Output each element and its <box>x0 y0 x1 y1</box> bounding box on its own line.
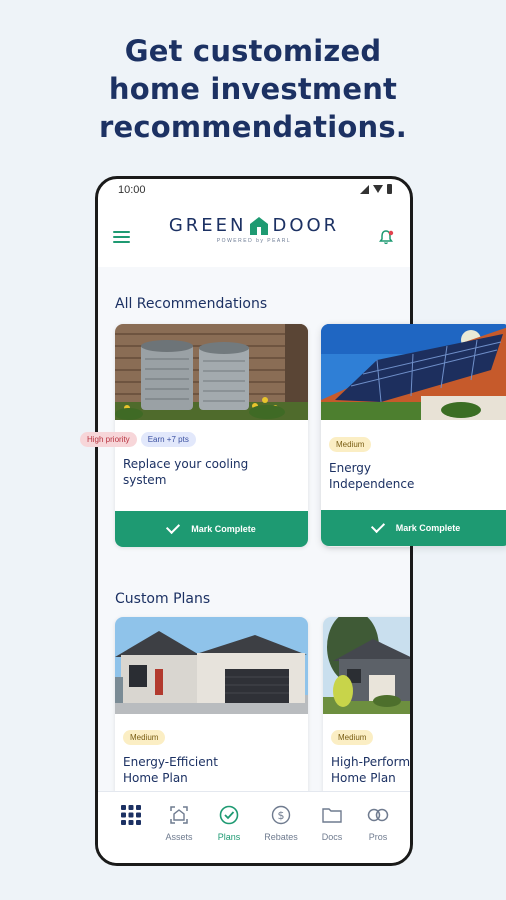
house-image <box>115 617 308 714</box>
card-title-energy-line2: Independence <box>329 477 415 491</box>
card-title-cooling-line1: Replace your cooling <box>123 457 249 471</box>
card-title-energy-line1: Energy <box>329 461 372 475</box>
plan-card-energy-efficient[interactable]: Medium Energy-Efficient Home Plan <box>115 617 308 791</box>
custom-plans-title: Custom Plans <box>115 591 211 607</box>
nav-label-rebates: Rebates <box>264 832 298 842</box>
folder-icon <box>322 808 342 823</box>
bell-icon[interactable] <box>378 229 394 245</box>
nav-label-pros: Pros <box>368 832 388 842</box>
nav-item-plans[interactable]: Plans <box>207 804 251 842</box>
nav-item-menu[interactable] <box>109 804 153 826</box>
plan-title-energy-efficient-line2: Home Plan <box>123 771 188 785</box>
priority-badge-medium: Medium <box>123 730 166 745</box>
mark-complete-label: Mark Complete <box>191 524 256 534</box>
status-icons <box>360 184 392 194</box>
card-title-energy: Energy Independence <box>329 460 414 492</box>
recommendation-card-energy-independence[interactable]: Medium Energy Independence Mark Complete <box>321 324 506 546</box>
nav-label-docs: Docs <box>321 832 343 842</box>
dollar-icon: $ <box>271 805 291 825</box>
nav-item-assets[interactable]: Assets <box>157 804 201 842</box>
status-time: 10:00 <box>118 184 146 196</box>
app-header: GREEN DOOR POWERED by PEARL <box>98 201 410 267</box>
plan-title-high-performance-line2: Home Plan <box>331 771 396 785</box>
nav-label-assets: Assets <box>165 832 193 842</box>
recommendations-title: All Recommendations <box>115 296 268 312</box>
mark-complete-label: Mark Complete <box>395 523 461 533</box>
grid-icon <box>121 805 141 825</box>
headline-line-1: Get customized <box>124 34 382 68</box>
battery-icon <box>387 184 392 194</box>
headline-line-2: home investment <box>108 72 398 106</box>
plan-title-energy-efficient-line1: Energy-Efficient <box>123 755 218 769</box>
plans-check-icon <box>219 805 239 825</box>
green-door-logo: GREEN DOOR POWERED by PEARL <box>98 215 410 244</box>
card-title-cooling: Replace your cooling system <box>123 456 248 488</box>
checkmark-icon <box>166 519 181 535</box>
headline-line-3: recommendations. <box>98 110 407 144</box>
nav-label-plans: Plans <box>217 832 241 842</box>
points-badge: Earn +7 pts <box>140 432 196 447</box>
logo-word-green: GREEN <box>168 215 247 236</box>
bottom-nav: Assets Plans $ Rebates Docs Pros <box>98 791 410 863</box>
logo-word-door: DOOR <box>272 215 340 236</box>
card-badges-cooling: High priority Earn +7 pts <box>80 432 200 447</box>
svg-text:$: $ <box>278 809 285 822</box>
priority-badge-high: High priority <box>80 432 137 447</box>
headline: Get customized home investment recommend… <box>0 32 506 146</box>
status-bar: 10:00 <box>98 179 410 201</box>
house-image-2 <box>323 617 410 714</box>
cooling-unit-image <box>115 324 308 420</box>
plan-title-high-performance: High-Perform Home Plan <box>331 754 410 786</box>
mark-complete-button[interactable]: Mark Complete <box>321 510 506 546</box>
nav-item-docs[interactable]: Docs <box>310 804 354 842</box>
nav-item-rebates[interactable]: $ Rebates <box>259 804 303 842</box>
card-title-cooling-line2: system <box>123 473 167 487</box>
plan-title-high-performance-line1: High-Perform <box>331 755 410 769</box>
priority-badge-medium: Medium <box>331 730 374 745</box>
nav-item-pros[interactable]: Pros <box>356 804 400 842</box>
wifi-icon <box>373 185 383 193</box>
priority-badge-medium: Medium <box>329 437 372 452</box>
signal-icon <box>360 184 369 194</box>
house-logo-icon <box>250 216 269 235</box>
plan-card-high-performance[interactable]: Medium High-Perform Home Plan <box>323 617 410 791</box>
solar-roof-image <box>321 324 506 420</box>
checkmark-icon <box>370 518 385 534</box>
mark-complete-button[interactable]: Mark Complete <box>115 511 308 547</box>
logo-subtitle: POWERED by PEARL <box>216 238 292 244</box>
assets-icon <box>170 806 188 824</box>
pros-icon <box>367 808 389 822</box>
plan-title-energy-efficient: Energy-Efficient Home Plan <box>123 754 218 786</box>
